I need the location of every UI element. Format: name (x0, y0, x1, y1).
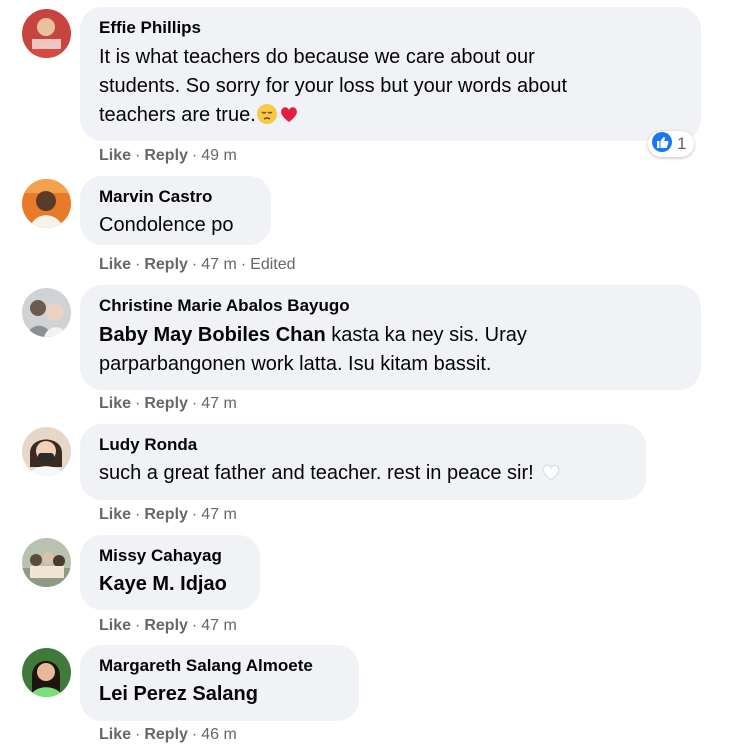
comment-text-line: students. So sorry for your loss but you… (99, 75, 567, 97)
comment-text: Lei Perez Salang (99, 680, 340, 709)
comment-text-line-content: kasta ka ney sis. Uray (325, 324, 527, 346)
comment-actions: Like · Reply · 49 m (99, 146, 237, 166)
reply-button[interactable]: Reply (144, 147, 188, 164)
avatar[interactable] (22, 9, 71, 58)
comment-author[interactable]: Margareth Salang Almoete (99, 655, 340, 677)
reaction-count: 1 (677, 134, 687, 153)
separator: · (135, 726, 141, 743)
avatar[interactable] (22, 179, 71, 228)
comment-actions: Like · Reply · 47 m (99, 616, 237, 636)
comment-text: Kaye M. Idjao (99, 570, 241, 599)
comment-timestamp[interactable]: 49 m (201, 147, 237, 164)
separator: · (240, 256, 247, 273)
comment-author[interactable]: Missy Cahayag (99, 545, 241, 567)
comment-author[interactable]: Marvin Castro (99, 186, 252, 208)
like-button[interactable]: Like (99, 617, 131, 634)
comment-bubble: Effie Phillips It is what teachers do be… (80, 7, 701, 141)
comment-text-line: Baby May Bobiles Chan kasta ka ney sis. … (99, 321, 682, 350)
comment-bubble: Ludy Ronda such a great father and teach… (80, 424, 646, 500)
like-button[interactable]: Like (99, 726, 131, 743)
comment-text-line-content: teachers are true. (99, 104, 256, 126)
like-button[interactable]: Like (99, 147, 131, 164)
comment-text: It is what teachers do because we care a… (99, 43, 682, 134)
avatar[interactable] (22, 538, 71, 587)
reply-button[interactable]: Reply (144, 256, 188, 273)
comment-text: such a great father and teacher. rest in… (99, 459, 627, 492)
separator: · (191, 147, 198, 164)
reply-button[interactable]: Reply (144, 617, 188, 634)
comment-timestamp[interactable]: 47 m (201, 506, 237, 523)
comment-text-line-content: such a great father and teacher. rest in… (99, 462, 534, 484)
comment-timestamp[interactable]: 47 m (201, 256, 237, 273)
comment-text-line: parparbangonen work latta. Isu kitam bas… (99, 353, 492, 375)
comment-actions: Like · Reply · 46 m (99, 725, 237, 745)
comment-timestamp[interactable]: 47 m (201, 617, 237, 634)
comment-author[interactable]: Ludy Ronda (99, 434, 627, 456)
separator: · (191, 256, 198, 273)
separator: · (191, 726, 198, 743)
edited-label: Edited (250, 256, 296, 273)
comment-actions: Like · Reply · 47 m · Edited (99, 255, 296, 275)
separator: · (191, 395, 198, 412)
separator: · (135, 617, 141, 634)
like-button[interactable]: Like (99, 256, 131, 273)
comment-timestamp[interactable]: 47 m (201, 395, 237, 412)
separator: · (191, 506, 198, 523)
separator: · (135, 147, 141, 164)
separator: · (135, 256, 141, 273)
mention-link[interactable]: Kaye M. Idjao (99, 573, 227, 595)
reply-button[interactable]: Reply (144, 395, 188, 412)
separator: · (135, 395, 141, 412)
comment-timestamp[interactable]: 46 m (201, 726, 237, 743)
separator: · (135, 506, 141, 523)
like-button[interactable]: Like (99, 506, 131, 523)
comment-bubble: Missy Cahayag Kaye M. Idjao (80, 535, 260, 610)
reply-button[interactable]: Reply (144, 506, 188, 523)
comment-text-line: teachers are true. (99, 101, 682, 134)
comment-author[interactable]: Effie Phillips (99, 17, 682, 39)
mention-link[interactable]: Lei Perez Salang (99, 683, 258, 705)
reply-button[interactable]: Reply (144, 726, 188, 743)
comment-bubble: Marvin Castro Condolence po (80, 176, 271, 245)
comment-bubble: Christine Marie Abalos Bayugo Baby May B… (80, 285, 701, 390)
avatar[interactable] (22, 427, 71, 476)
comment-bubble: Margareth Salang Almoete Lei Perez Salan… (80, 645, 359, 721)
comment-text: Baby May Bobiles Chan kasta ka ney sis. … (99, 321, 682, 379)
like-reaction-icon (651, 131, 673, 158)
pensive-face-icon (256, 103, 278, 134)
avatar[interactable] (22, 288, 71, 337)
comment-actions: Like · Reply · 47 m (99, 394, 237, 414)
reaction-count-pill[interactable]: 1 (648, 131, 695, 158)
comment-text: Condolence po (99, 214, 234, 236)
avatar[interactable] (22, 648, 71, 697)
comment-text-line: It is what teachers do because we care a… (99, 46, 535, 68)
comment-author[interactable]: Christine Marie Abalos Bayugo (99, 295, 682, 317)
separator: · (191, 617, 198, 634)
white-heart-icon (539, 461, 563, 492)
red-heart-icon (278, 103, 300, 134)
mention-link[interactable]: Baby May Bobiles Chan (99, 324, 326, 346)
like-button[interactable]: Like (99, 395, 131, 412)
comment-actions: Like · Reply · 47 m (99, 505, 237, 525)
